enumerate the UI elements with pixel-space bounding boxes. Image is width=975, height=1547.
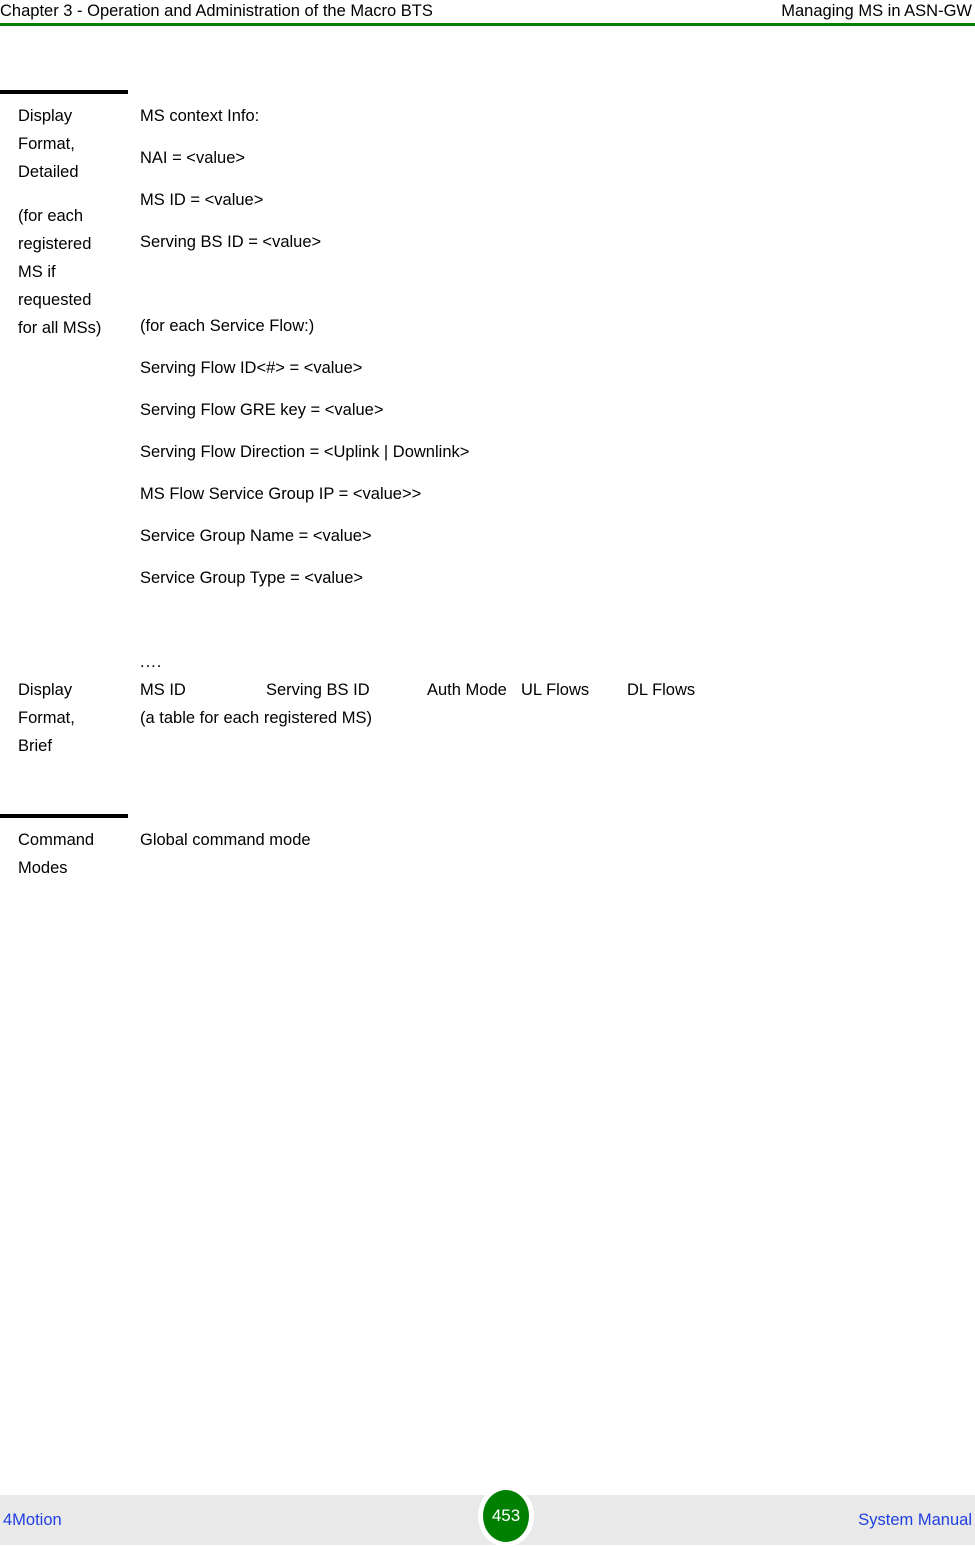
row-label-line: Brief <box>18 737 52 755</box>
row-label-line: Display <box>18 681 73 699</box>
body-line: Service Group Type = <value> <box>140 569 364 587</box>
line-spacer <box>140 550 975 564</box>
header-section-title: Managing MS in ASN-GW <box>781 2 972 20</box>
body-line: Serving Flow GRE key = <value> <box>140 401 384 419</box>
line-spacer <box>140 172 975 186</box>
row-label-command-modes: Command Modes <box>0 826 128 882</box>
row-body-command-modes: Global command mode <box>128 826 975 854</box>
line-spacer <box>140 424 975 438</box>
row-body-display-format-detailed: MS context Info: NAI = <value> MS ID = <… <box>128 102 975 676</box>
row-label-note-line: MS if <box>18 263 56 281</box>
column-header-ms-id: MS ID <box>140 681 186 699</box>
footer-manual-name: System Manual <box>858 1511 972 1529</box>
row-label-note-line: (for each <box>18 207 84 225</box>
body-line: Serving Flow Direction = <Uplink | Downl… <box>140 443 470 461</box>
column-header-dl-flows: DL Flows <box>627 681 696 699</box>
body-line: Global command mode <box>140 831 311 849</box>
line-spacer <box>140 340 975 354</box>
row-label-note-line: for all MSs) <box>18 319 102 337</box>
header-chapter-title: Chapter 3 - Operation and Administration… <box>0 2 433 20</box>
line-spacer <box>140 592 975 620</box>
row-label-line: Detailed <box>18 163 79 181</box>
brief-table-column-headers: MS ID Serving BS ID Auth Mode UL Flows D… <box>140 676 975 704</box>
table-row: Display Format, Brief MS ID Serving BS I… <box>0 676 975 760</box>
column-header-serving-bs-id: Serving BS ID <box>266 681 370 699</box>
row-label-line: Display <box>18 107 73 125</box>
row-label-main: Display Format, Detailed <box>18 102 122 186</box>
body-line: MS context Info: <box>140 107 260 125</box>
body-line: NAI = <value> <box>140 149 246 167</box>
row-label-note-line: requested <box>18 291 92 309</box>
row-label-line: Format, <box>18 135 75 153</box>
body-line: Service Group Name = <value> <box>140 527 372 545</box>
page-footer: 4Motion 453 System Manual <box>0 1485 975 1547</box>
row-label-note-line: registered <box>18 235 92 253</box>
row-label-line: Command <box>18 831 95 849</box>
row-label-display-format-detailed: Display Format, Detailed (for each regis… <box>0 102 128 342</box>
column-header-ul-flows: UL Flows <box>521 681 590 699</box>
body-line: Serving BS ID = <value> <box>140 233 322 251</box>
body-line: Serving Flow ID<#> = <value> <box>140 359 363 377</box>
table-row: Display Format, Detailed (for each regis… <box>0 90 975 676</box>
body-continuation-dots: .... <box>140 653 163 671</box>
row-label-display-format-brief: Display Format, Brief <box>0 676 128 760</box>
line-spacer <box>140 508 975 522</box>
line-spacer <box>140 620 975 648</box>
line-spacer <box>140 466 975 480</box>
line-spacer <box>140 382 975 396</box>
body-line: MS ID = <value> <box>140 191 264 209</box>
page-header: Chapter 3 - Operation and Administration… <box>0 0 975 25</box>
line-spacer <box>140 256 975 284</box>
body-line: (for each Service Flow:) <box>140 317 315 335</box>
page-number-badge: 453 <box>478 1485 534 1547</box>
line-spacer <box>140 130 975 144</box>
row-top-rule <box>0 90 128 94</box>
body-line: MS Flow Service Group IP = <value>> <box>140 485 422 503</box>
row-label-note: (for each registered MS if requested for… <box>18 202 122 342</box>
body-line: (a table for each registered MS) <box>140 709 373 727</box>
header-divider-rule <box>0 23 975 26</box>
table-row: Command Modes Global command mode <box>0 814 975 882</box>
footer-product-name: 4Motion <box>3 1511 62 1529</box>
line-spacer <box>140 214 975 228</box>
column-header-auth-mode: Auth Mode <box>427 681 507 699</box>
row-top-rule <box>0 814 128 818</box>
row-label-line: Modes <box>18 859 68 877</box>
line-spacer <box>140 284 975 312</box>
row-body-display-format-brief: MS ID Serving BS ID Auth Mode UL Flows D… <box>128 676 975 732</box>
command-reference-table: Display Format, Detailed (for each regis… <box>0 90 975 882</box>
row-label-line: Format, <box>18 709 75 727</box>
